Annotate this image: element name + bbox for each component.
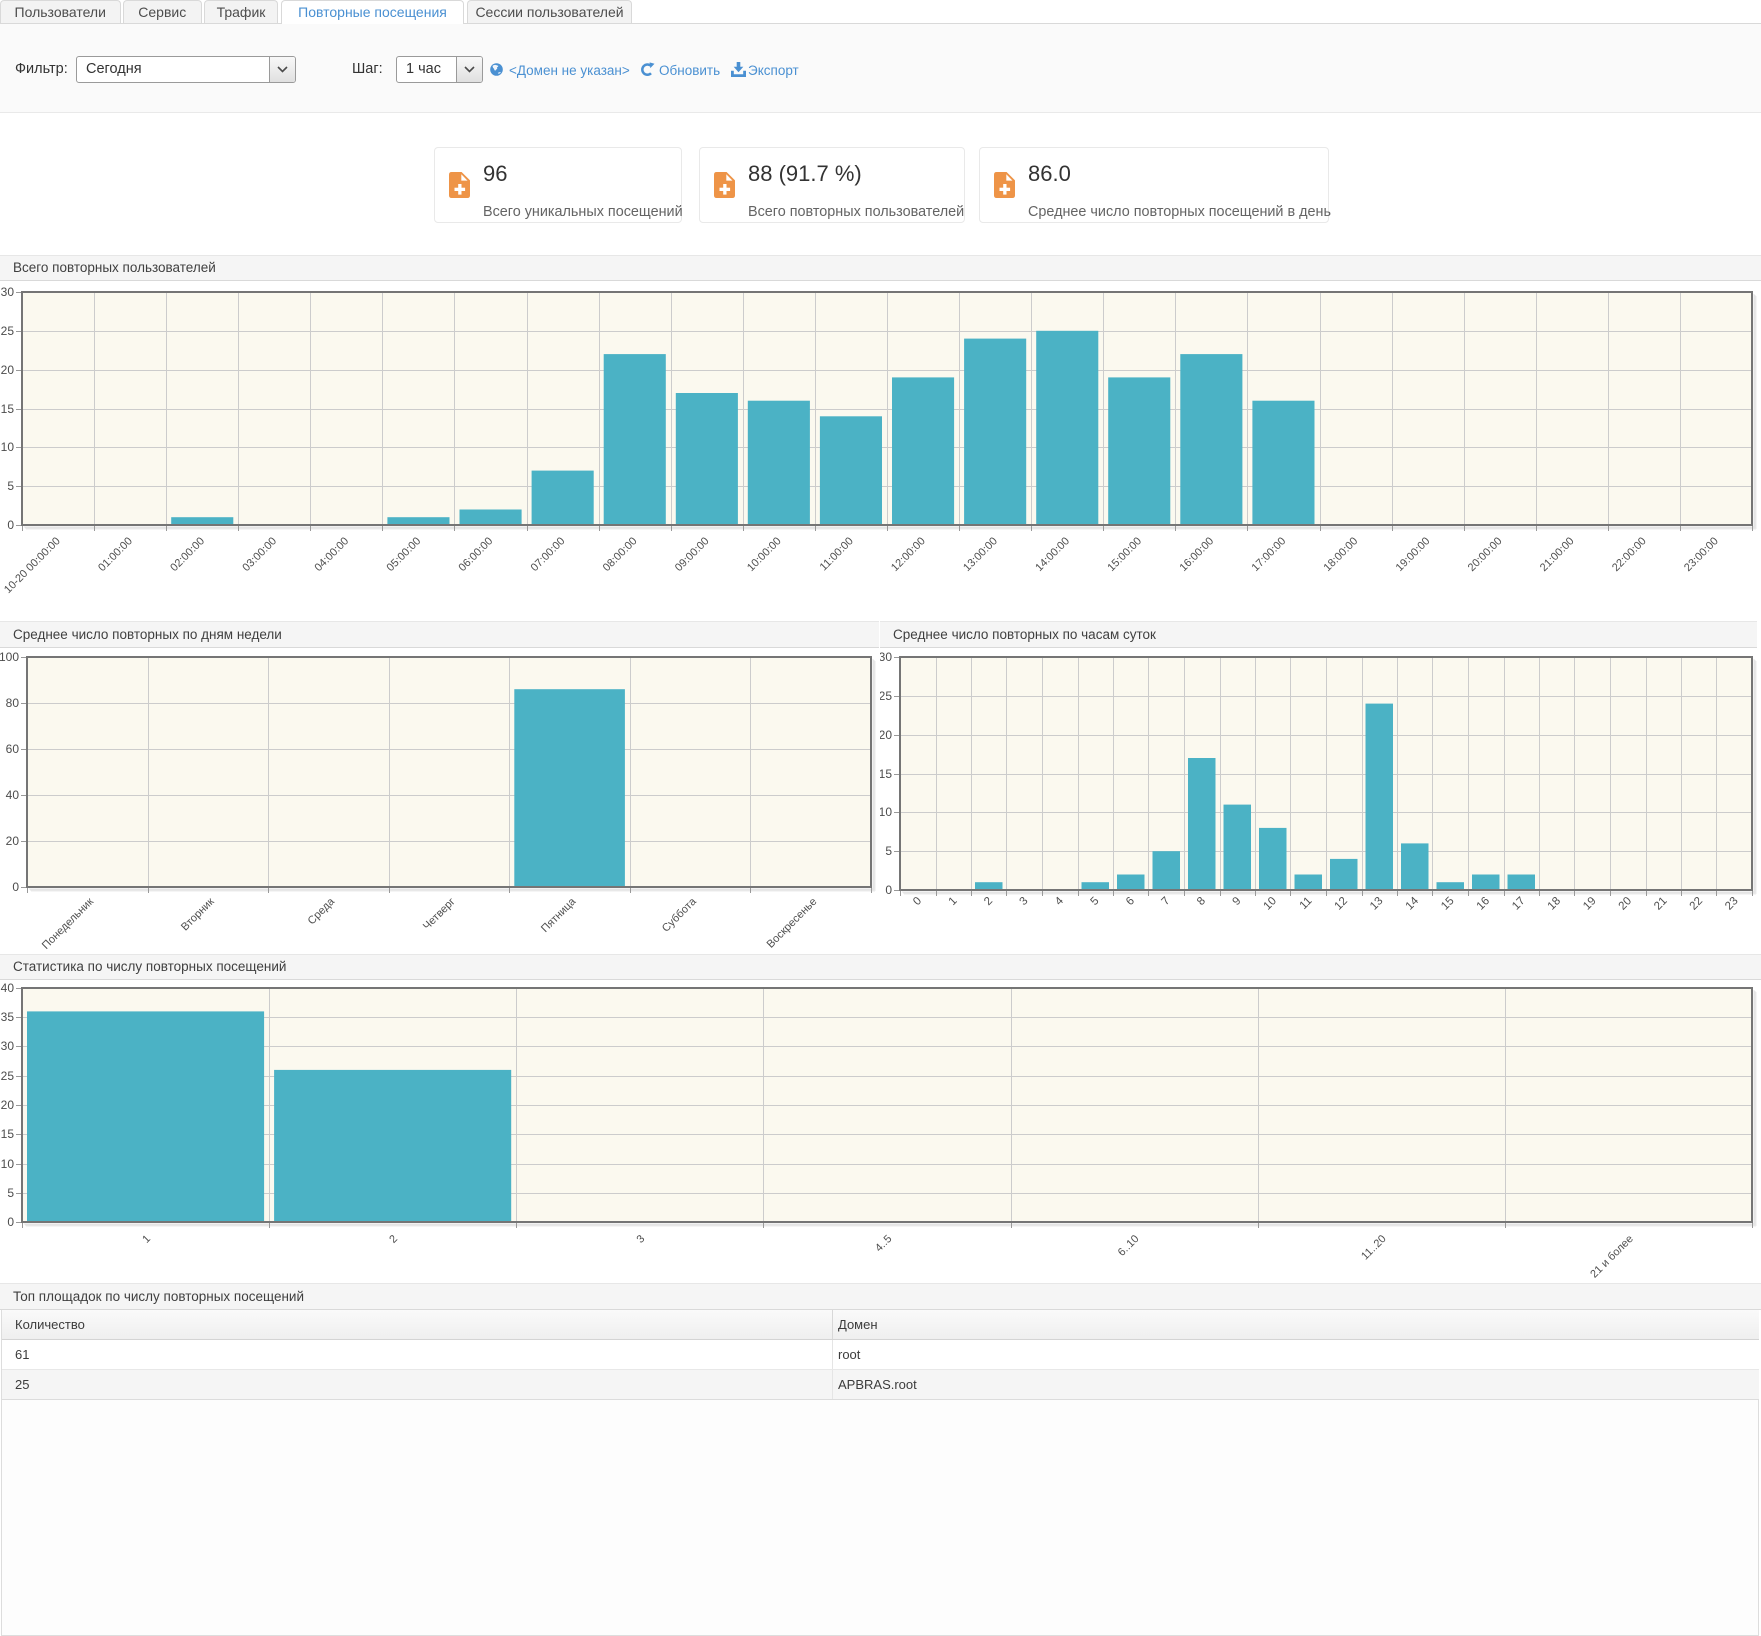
svg-text:05:00:00: 05:00:00	[385, 535, 424, 574]
svg-text:80: 80	[6, 696, 20, 710]
svg-text:2: 2	[387, 1233, 400, 1246]
svg-text:20: 20	[1617, 895, 1635, 913]
svg-text:30: 30	[880, 650, 892, 664]
svg-text:5: 5	[885, 844, 892, 858]
svg-text:15: 15	[1, 402, 15, 416]
svg-text:07:00:00: 07:00:00	[529, 535, 568, 574]
svg-text:18: 18	[1546, 895, 1564, 913]
svg-text:6: 6	[1124, 895, 1137, 908]
svg-text:16: 16	[1475, 895, 1493, 913]
svg-text:21: 21	[1652, 895, 1670, 913]
svg-text:4: 4	[1053, 895, 1066, 908]
svg-text:5: 5	[7, 479, 14, 493]
svg-text:Пятница: Пятница	[539, 895, 579, 935]
svg-text:40: 40	[1, 981, 15, 995]
svg-text:3: 3	[635, 1233, 648, 1246]
svg-text:Вторник: Вторник	[179, 896, 217, 934]
svg-text:2: 2	[982, 895, 995, 908]
svg-text:06:00:00: 06:00:00	[457, 535, 496, 574]
svg-text:35: 35	[1, 1010, 15, 1024]
svg-text:6..10: 6..10	[1116, 1233, 1142, 1259]
svg-text:10: 10	[1261, 895, 1279, 913]
svg-text:15:00:00: 15:00:00	[1105, 535, 1144, 574]
svg-text:04:00:00: 04:00:00	[312, 535, 351, 574]
svg-text:20: 20	[1, 363, 15, 377]
svg-text:19: 19	[1581, 895, 1599, 913]
svg-text:20: 20	[880, 728, 892, 742]
svg-text:0: 0	[911, 895, 924, 908]
svg-text:02:00:00: 02:00:00	[168, 535, 207, 574]
svg-text:22: 22	[1688, 895, 1706, 913]
svg-text:09:00:00: 09:00:00	[673, 535, 712, 574]
svg-text:30: 30	[1, 1039, 15, 1053]
svg-text:14:00:00: 14:00:00	[1033, 535, 1072, 574]
svg-text:11:00:00: 11:00:00	[818, 535, 856, 573]
svg-text:15: 15	[1, 1127, 15, 1141]
svg-text:5: 5	[7, 1186, 14, 1200]
svg-text:5: 5	[1089, 895, 1102, 908]
svg-text:17: 17	[1510, 895, 1528, 913]
svg-text:08:00:00: 08:00:00	[601, 535, 640, 574]
svg-text:10: 10	[1, 440, 15, 454]
svg-text:25: 25	[1, 324, 15, 338]
svg-text:17:00:00: 17:00:00	[1250, 535, 1289, 574]
svg-text:10-20 00:00:00: 10-20 00:00:00	[2, 535, 63, 596]
svg-text:23:00:00: 23:00:00	[1682, 535, 1721, 574]
svg-text:10: 10	[1, 1157, 15, 1171]
svg-text:Четверг: Четверг	[421, 896, 458, 933]
svg-text:25: 25	[1, 1069, 15, 1083]
svg-text:Воскресенье: Воскресенье	[765, 896, 820, 951]
svg-text:20:00:00: 20:00:00	[1466, 535, 1505, 574]
svg-text:1: 1	[140, 1233, 153, 1246]
svg-text:0: 0	[7, 1215, 14, 1229]
svg-text:10: 10	[880, 805, 892, 819]
svg-text:0: 0	[7, 518, 14, 532]
svg-text:16:00:00: 16:00:00	[1177, 535, 1216, 574]
svg-text:10:00:00: 10:00:00	[745, 535, 784, 574]
svg-text:13: 13	[1368, 895, 1386, 913]
svg-text:Суббота: Суббота	[660, 895, 700, 935]
svg-text:11: 11	[1298, 895, 1315, 912]
svg-text:20: 20	[1, 1098, 15, 1112]
svg-text:9: 9	[1231, 895, 1244, 908]
svg-text:12: 12	[1332, 895, 1350, 913]
svg-text:22:00:00: 22:00:00	[1610, 535, 1649, 574]
svg-text:40: 40	[6, 788, 20, 802]
svg-text:Среда: Среда	[306, 895, 338, 927]
svg-text:18:00:00: 18:00:00	[1322, 535, 1361, 574]
svg-text:11..20: 11..20	[1359, 1233, 1389, 1263]
svg-text:60: 60	[6, 742, 20, 756]
svg-text:01:00:00: 01:00:00	[96, 535, 135, 574]
svg-text:15: 15	[1439, 895, 1457, 913]
svg-text:21:00:00: 21:00:00	[1538, 535, 1577, 574]
svg-text:15: 15	[880, 767, 892, 781]
svg-text:8: 8	[1195, 895, 1208, 908]
svg-text:23: 23	[1723, 895, 1741, 913]
svg-text:0: 0	[12, 880, 19, 894]
svg-text:Понедельник: Понедельник	[40, 896, 96, 952]
svg-text:19:00:00: 19:00:00	[1394, 535, 1433, 574]
svg-text:100: 100	[0, 650, 19, 664]
svg-text:25: 25	[880, 689, 892, 703]
svg-text:20: 20	[6, 834, 20, 848]
svg-text:03:00:00: 03:00:00	[240, 535, 279, 574]
svg-text:4..5: 4..5	[873, 1233, 894, 1254]
svg-text:7: 7	[1160, 895, 1173, 908]
svg-text:3: 3	[1018, 895, 1031, 908]
svg-text:1: 1	[947, 895, 960, 908]
svg-text:0: 0	[885, 883, 892, 897]
svg-text:12:00:00: 12:00:00	[889, 535, 928, 574]
svg-text:21 и более: 21 и более	[1588, 1233, 1636, 1281]
svg-text:30: 30	[1, 285, 15, 299]
svg-text:14: 14	[1404, 895, 1422, 913]
svg-text:13:00:00: 13:00:00	[961, 535, 1000, 574]
